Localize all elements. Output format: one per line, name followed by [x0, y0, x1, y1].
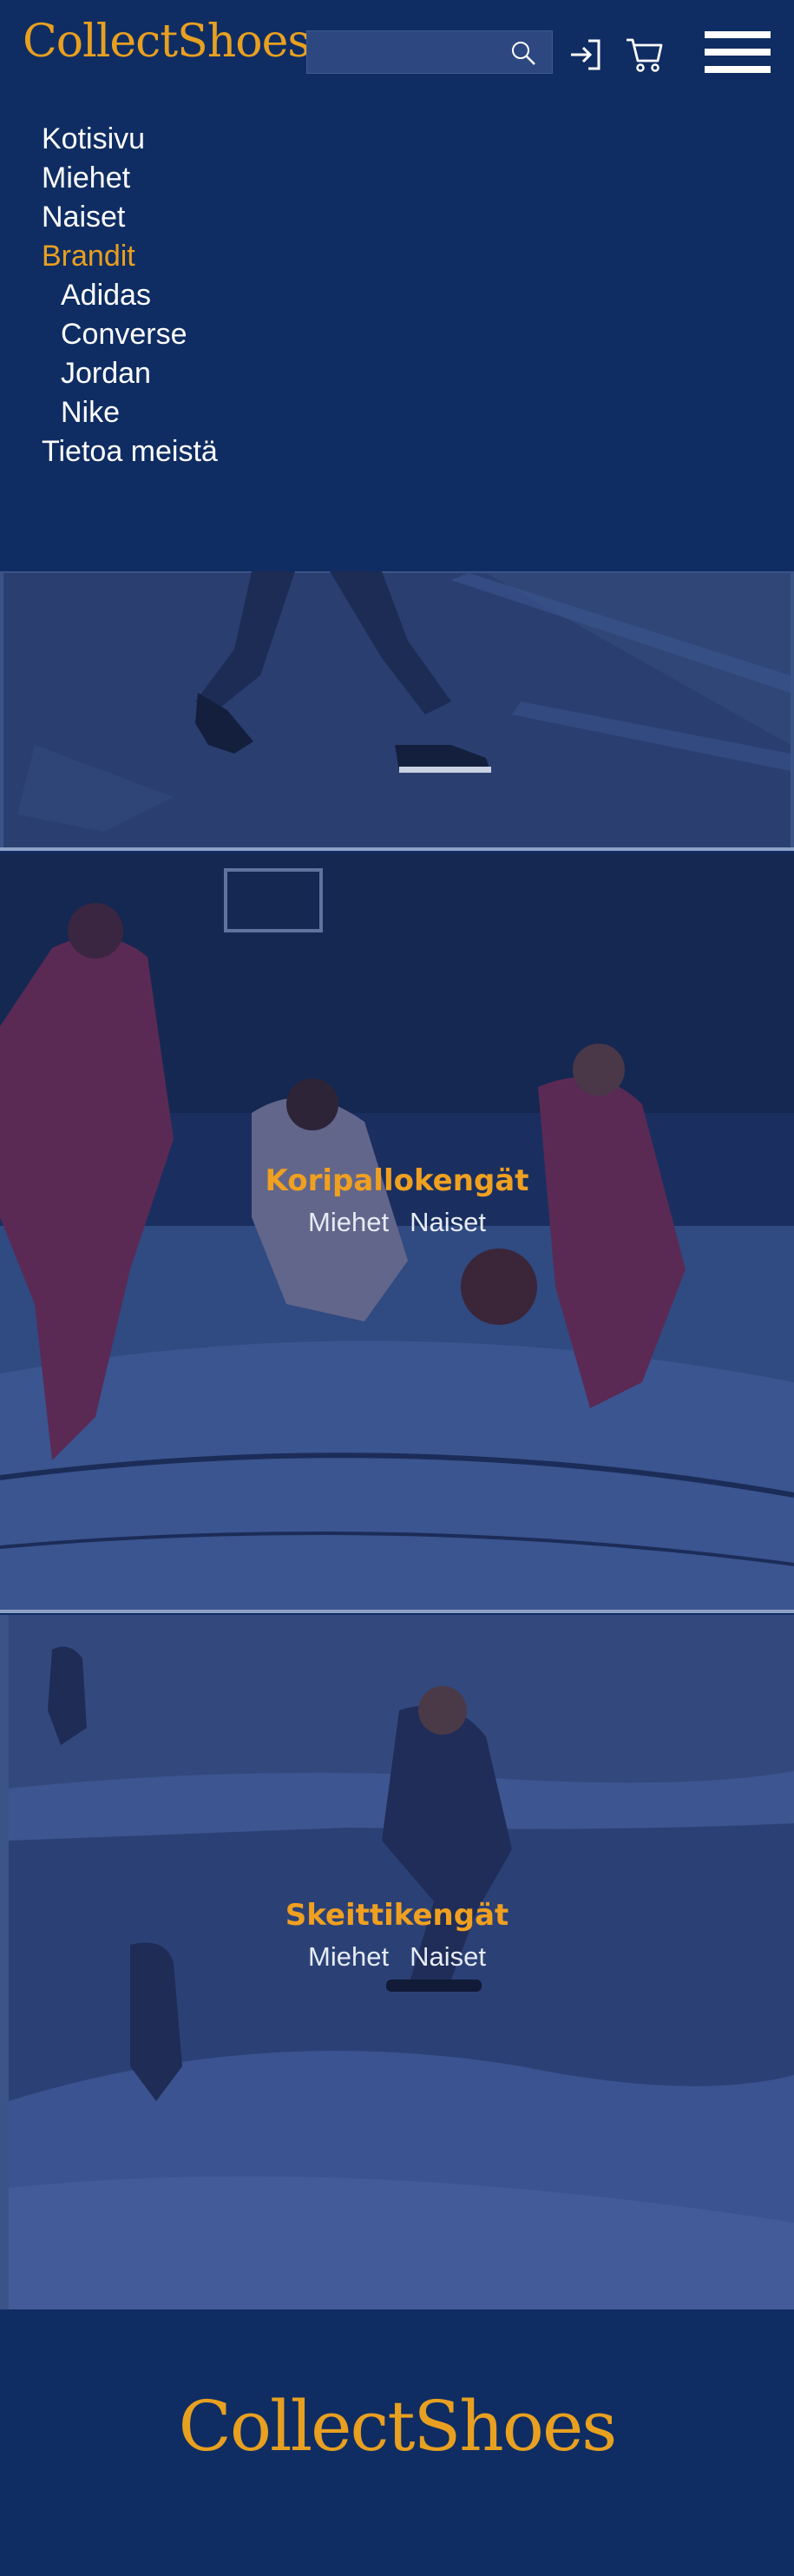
footer-logo[interactable]: CollectShoes	[0, 2392, 794, 2461]
nav-item-brandit[interactable]: Brandit	[42, 237, 476, 276]
banner-links-basketball: Miehet Naiset	[0, 1207, 794, 1238]
search-icon[interactable]	[510, 40, 536, 66]
banner-link-miehet[interactable]: Miehet	[308, 1207, 389, 1237]
site-logo[interactable]: CollectShoes	[23, 19, 311, 64]
nav-item-miehet[interactable]: Miehet	[42, 159, 476, 198]
header: CollectShoes	[0, 0, 794, 104]
banner-basketball[interactable]: Koripallokengät Miehet Naiset	[0, 853, 794, 1613]
street-photo	[0, 571, 794, 851]
banner-link-miehet[interactable]: Miehet	[308, 1941, 389, 1972]
nav-subitem-adidas[interactable]: Adidas	[42, 276, 476, 315]
hamburger-menu-icon[interactable]	[705, 31, 771, 75]
banner-street[interactable]	[0, 571, 794, 851]
main-navigation: Kotisivu Miehet Naiset Brandit Adidas Co…	[42, 120, 476, 471]
nav-item-kotisivu[interactable]: Kotisivu	[42, 120, 476, 159]
login-icon[interactable]	[569, 37, 604, 72]
search-input[interactable]	[307, 31, 498, 73]
banner-title-koripallokengat[interactable]: Koripallokengät	[0, 1163, 794, 1198]
banner-link-naiset[interactable]: Naiset	[410, 1207, 486, 1237]
banner-link-naiset[interactable]: Naiset	[410, 1941, 486, 1972]
cart-icon[interactable]	[625, 35, 665, 75]
nav-subitem-jordan[interactable]: Jordan	[42, 354, 476, 393]
nav-subitem-converse[interactable]: Converse	[42, 315, 476, 354]
banner-title-skeittikengat[interactable]: Skeittikengät	[0, 1898, 794, 1933]
nav-subitem-nike[interactable]: Nike	[42, 393, 476, 432]
nav-item-naiset[interactable]: Naiset	[42, 198, 476, 237]
nav-item-tietoa-meista[interactable]: Tietoa meistä	[42, 432, 476, 471]
search-bar[interactable]	[306, 30, 553, 74]
banner-links-skate: Miehet Naiset	[0, 1941, 794, 1973]
banner-skate[interactable]: Skeittikengät Miehet Naiset	[0, 1615, 794, 2309]
